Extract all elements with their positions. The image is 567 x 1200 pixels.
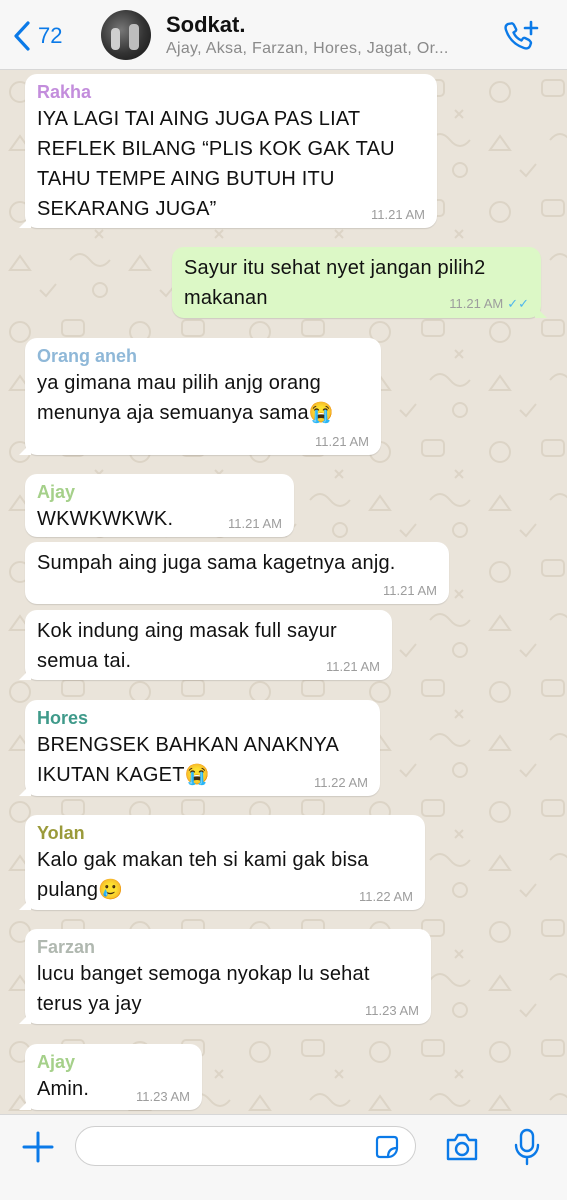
message-bubble[interactable]: Yolan Kalo gak makan teh si kami gak bis… (19, 815, 425, 910)
message-bubble[interactable]: Kok indung aing masak full sayur semua t… (19, 610, 392, 680)
message-time: 11.21 AM (326, 659, 380, 674)
message-text: IYA LAGI TAI AING JUGA PAS LIAT REFLEK B… (37, 108, 395, 220)
message-time: 11.23 AM (136, 1089, 190, 1104)
chevron-left-icon (14, 21, 30, 51)
sender-name: Farzan (37, 937, 96, 957)
message-bubble[interactable]: Orang aneh ya gimana mau pilih anjg oran… (19, 338, 381, 455)
message-bubble[interactable]: Rakha IYA LAGI TAI AING JUGA PAS LIAT RE… (19, 74, 437, 228)
message-time: 11.21 AM (371, 207, 425, 222)
sticker-icon[interactable] (374, 1134, 400, 1160)
chat-title[interactable]: Sodkat. (166, 12, 245, 38)
message-time: 11.22 AM (314, 775, 368, 790)
message-text: ya gimana mau pilih anjg orang menunya a… (37, 372, 334, 424)
sender-name: Orang aneh (37, 346, 138, 366)
plus-icon[interactable] (20, 1129, 56, 1165)
read-receipt-icon: ✓✓ (507, 296, 529, 311)
sender-name: Rakha (37, 82, 92, 102)
message-time: 11.22 AM (359, 889, 413, 904)
participants-list[interactable]: Ajay, Aksa, Farzan, Hores, Jagat, Or... (166, 40, 486, 58)
message-time: 11.23 AM (365, 1003, 419, 1018)
unread-count: 72 (38, 23, 63, 48)
message-text: Sumpah aing juga sama kagetnya anjg. (37, 552, 396, 574)
back-button[interactable]: 72 (12, 20, 62, 52)
message-time: 11.21 AM (315, 434, 369, 449)
camera-icon[interactable] (444, 1131, 480, 1163)
message-bubble-outgoing[interactable]: Sayur itu sehat nyet jangan pilih2 makan… (172, 247, 547, 318)
message-bubble[interactable]: Ajay WKWKWKWK. 11.21 AM (25, 474, 294, 537)
compose-bar (0, 1114, 567, 1200)
message-bubble[interactable]: Hores BRENGSEK BAHKAN ANAKNYA IKUTAN KAG… (19, 700, 380, 796)
sender-name: Ajay (37, 482, 76, 502)
sender-name: Yolan (37, 823, 85, 843)
chat-header: 72 Sodkat. Ajay, Aksa, Farzan, Hores, Ja… (0, 0, 567, 70)
message-time-row: 11.21 AM ✓✓ (449, 296, 529, 312)
message-time: 11.21 AM (383, 583, 437, 598)
message-time: 11.21 AM (228, 516, 282, 531)
message-bubble[interactable]: Sumpah aing juga sama kagetnya anjg. 11.… (25, 542, 449, 604)
message-bubble[interactable]: Farzan lucu banget semoga nyokap lu seha… (19, 929, 431, 1024)
add-call-icon[interactable] (500, 18, 540, 54)
message-list[interactable]: Rakha IYA LAGI TAI AING JUGA PAS LIAT RE… (0, 70, 567, 1114)
microphone-icon[interactable] (512, 1127, 542, 1167)
message-input[interactable] (75, 1126, 416, 1166)
message-text: lucu banget semoga nyokap lu sehat terus… (37, 963, 370, 1015)
group-avatar[interactable] (101, 10, 151, 60)
message-bubble[interactable]: Ajay Amin. 11.23 AM (19, 1044, 202, 1110)
message-time: 11.21 AM (449, 296, 504, 311)
sender-name: Ajay (37, 1052, 76, 1072)
message-text: Kalo gak makan teh si kami gak bisa pula… (37, 849, 369, 901)
sender-name: Hores (37, 708, 89, 728)
